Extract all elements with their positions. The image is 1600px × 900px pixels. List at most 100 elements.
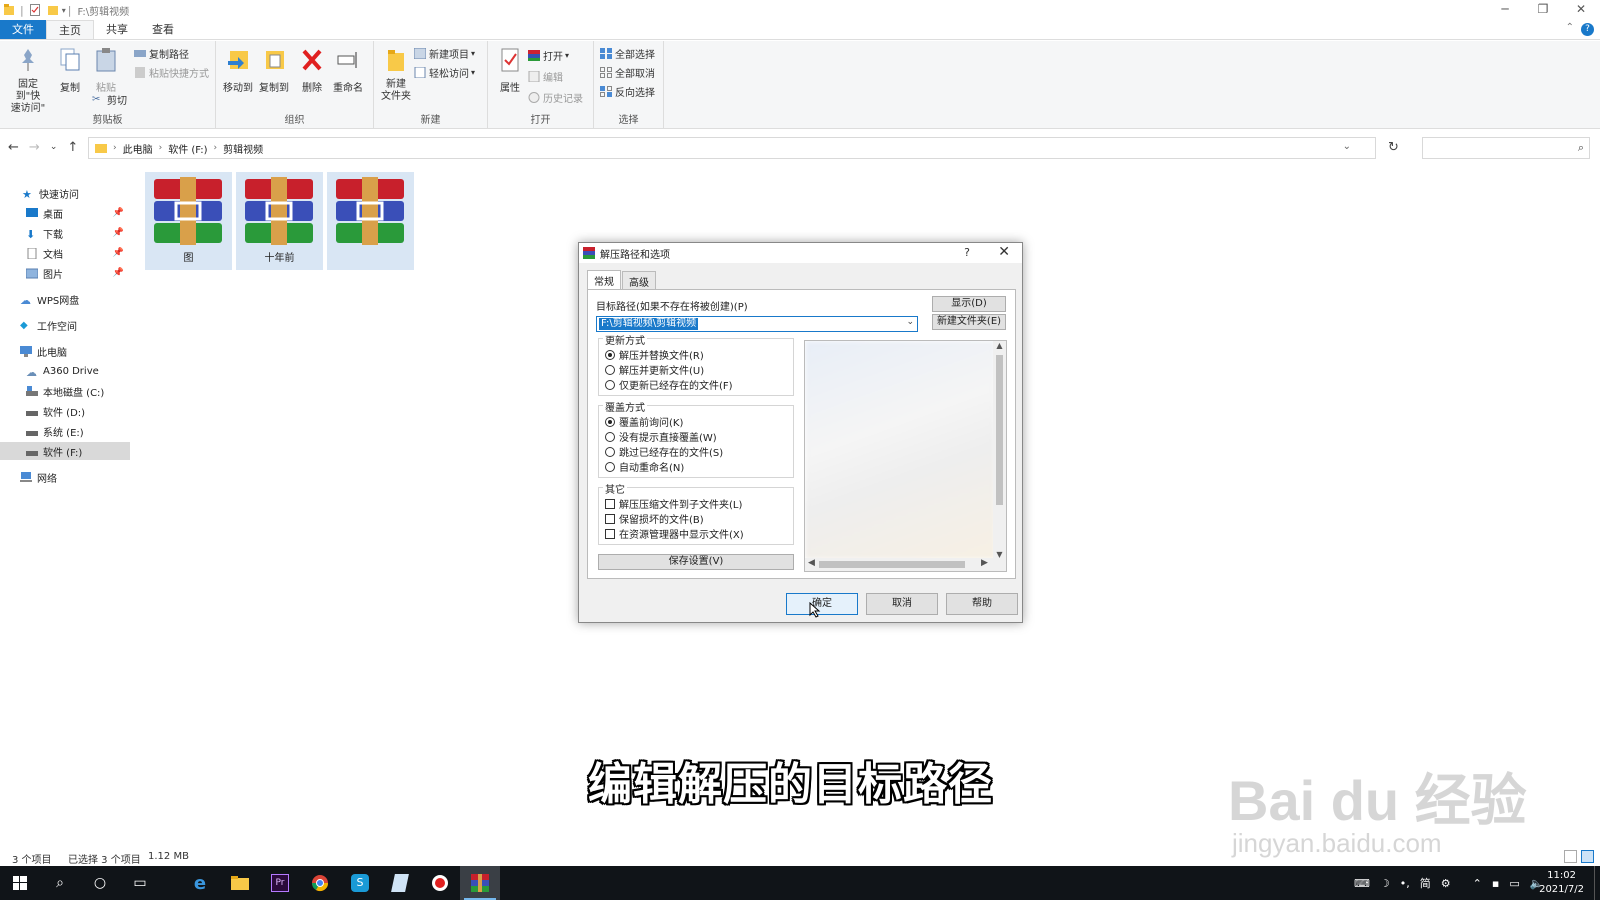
- dialog-help-button[interactable]: ?: [964, 246, 970, 259]
- nav-drive-d[interactable]: 软件 (D:): [0, 402, 130, 420]
- paste-button[interactable]: 粘贴: [88, 47, 124, 94]
- notepad-app-icon[interactable]: [380, 866, 420, 900]
- scroll-left-icon[interactable]: ◀: [808, 558, 815, 568]
- network-tray-icon[interactable]: ▭: [1509, 877, 1519, 890]
- delete-button[interactable]: 删除: [294, 47, 330, 94]
- minimize-button[interactable]: ─: [1486, 0, 1524, 18]
- radio-auto-rename[interactable]: 自动重命名(N): [605, 459, 684, 474]
- radio-overwrite-without-prompt[interactable]: 没有提示直接覆盖(W): [605, 429, 717, 444]
- easy-access-button[interactable]: 轻松访问 ▾: [414, 65, 475, 80]
- nav-this-pc[interactable]: 此电脑: [0, 342, 130, 360]
- tab-general[interactable]: 常规: [587, 270, 621, 291]
- paste-shortcut-button[interactable]: 粘贴快捷方式: [134, 65, 209, 80]
- ok-button[interactable]: 确定: [786, 593, 858, 615]
- settings-gear-icon[interactable]: ⚙: [1441, 877, 1451, 890]
- open-button[interactable]: 打开 ▾: [528, 48, 569, 63]
- cancel-button[interactable]: 取消: [866, 593, 938, 615]
- nav-desktop[interactable]: 桌面 📌: [0, 204, 130, 222]
- punctuation-icon[interactable]: •,: [1400, 877, 1410, 890]
- premiere-pro-icon[interactable]: Pr: [260, 866, 300, 900]
- file-tile[interactable]: 图: [145, 172, 232, 270]
- radio-extract-update[interactable]: 解压并更新文件(U): [605, 362, 704, 377]
- nav-drive-c[interactable]: 本地磁盘 (C:): [0, 382, 130, 400]
- pin-icon[interactable]: 📌: [113, 248, 124, 258]
- properties-check-icon[interactable]: [29, 4, 40, 16]
- nav-workspace[interactable]: ◆ 工作空间: [0, 316, 130, 334]
- search-input[interactable]: ⌕: [1422, 137, 1590, 159]
- nav-downloads[interactable]: ⬇ 下载 📌: [0, 224, 130, 242]
- invert-selection-button[interactable]: 反向选择: [600, 84, 655, 99]
- radio-skip-existing[interactable]: 跳过已经存在的文件(S): [605, 444, 723, 459]
- tab-file[interactable]: 文件: [0, 20, 46, 39]
- rename-button[interactable]: 重命名: [330, 47, 366, 94]
- cut-button[interactable]: ✂ 剪切: [92, 92, 127, 107]
- cortana-icon[interactable]: ○: [80, 866, 120, 900]
- select-all-button[interactable]: 全部选择: [600, 46, 655, 61]
- nav-documents[interactable]: 文档 📌: [0, 244, 130, 262]
- pin-quick-access-button[interactable]: 固定到"快 速访问": [6, 47, 50, 115]
- moon-icon[interactable]: ☽: [1380, 877, 1390, 890]
- tab-share[interactable]: 共享: [94, 20, 140, 39]
- new-folder-button[interactable]: 新建 文件夹: [378, 47, 414, 103]
- nav-pictures[interactable]: 图片 📌: [0, 264, 130, 282]
- up-arrow-icon[interactable]: ↑: [67, 140, 78, 155]
- ime-mode-indicator[interactable]: 简: [1420, 875, 1431, 891]
- chevron-down-icon[interactable]: ⌄: [906, 317, 914, 327]
- properties-button[interactable]: 属性: [492, 47, 528, 94]
- restore-button[interactable]: ❐: [1524, 0, 1562, 18]
- checkbox-extract-subfolders[interactable]: 解压压缩文件到子文件夹(L): [605, 496, 742, 511]
- close-button[interactable]: ✕: [1562, 0, 1600, 18]
- folder-tree[interactable]: ▲ ▼ ◀ ▶: [804, 340, 1007, 572]
- tray-app-icon[interactable]: ▪: [1492, 877, 1499, 890]
- file-explorer-icon[interactable]: [220, 866, 260, 900]
- file-tile[interactable]: [327, 172, 414, 270]
- show-button[interactable]: 显示(D): [932, 296, 1006, 312]
- target-path-value[interactable]: F:\剪辑视频\剪辑视频: [599, 318, 699, 330]
- file-tile[interactable]: 十年前: [236, 172, 323, 270]
- nav-drive-f[interactable]: 软件 (F:): [0, 442, 130, 460]
- target-path-combo[interactable]: F:\剪辑视频\剪辑视频 ⌄: [596, 316, 918, 332]
- chrome-browser-icon[interactable]: [300, 866, 340, 900]
- large-icons-view-icon[interactable]: [1581, 850, 1594, 863]
- nav-network[interactable]: 网络: [0, 468, 130, 486]
- recent-locations-icon[interactable]: ⌄: [50, 142, 58, 155]
- dialog-close-button[interactable]: ✕: [998, 244, 1010, 260]
- refresh-icon[interactable]: ↻: [1388, 140, 1399, 155]
- show-desktop-button[interactable]: [1594, 866, 1598, 900]
- tab-view[interactable]: 查看: [140, 20, 186, 39]
- edge-browser-icon[interactable]: e: [180, 866, 220, 900]
- copy-path-button[interactable]: 复制路径: [134, 46, 189, 61]
- keyboard-icon[interactable]: ⌨: [1354, 877, 1370, 890]
- forward-arrow-icon[interactable]: →: [29, 140, 40, 155]
- radio-extract-replace[interactable]: 解压并替换文件(R): [605, 347, 704, 362]
- vertical-scrollbar[interactable]: ▲ ▼: [993, 341, 1006, 559]
- radio-ask-before-overwrite[interactable]: 覆盖前询问(K): [605, 414, 683, 429]
- new-folder-quick-icon[interactable]: [47, 4, 58, 16]
- new-item-button[interactable]: 新建项目 ▾: [414, 46, 475, 61]
- tab-home[interactable]: 主页: [46, 20, 94, 39]
- checkbox-keep-broken[interactable]: 保留损坏的文件(B): [605, 511, 704, 526]
- history-button[interactable]: 历史记录: [528, 90, 583, 105]
- details-view-icon[interactable]: [1564, 850, 1577, 863]
- help-button[interactable]: 帮助: [946, 593, 1018, 615]
- screen-recorder-icon[interactable]: [420, 866, 460, 900]
- nav-wps-drive[interactable]: ☁ WPS网盘: [0, 290, 130, 308]
- search-icon[interactable]: ⌕: [40, 866, 80, 900]
- address-dropdown-icon[interactable]: ⌄: [1343, 141, 1351, 152]
- app-s-icon[interactable]: S: [340, 866, 380, 900]
- new-folder-dialog-button[interactable]: 新建文件夹(E): [932, 314, 1006, 330]
- breadcrumb-folder[interactable]: 剪辑视频: [223, 141, 263, 156]
- scroll-right-icon[interactable]: ▶: [981, 558, 988, 568]
- task-view-icon[interactable]: ▭: [120, 866, 160, 900]
- radio-update-existing[interactable]: 仅更新已经存在的文件(F): [605, 377, 733, 392]
- breadcrumb-this-pc[interactable]: 此电脑: [123, 141, 153, 156]
- horizontal-scrollbar[interactable]: ◀ ▶: [805, 558, 1006, 571]
- chevron-up-icon[interactable]: ⌃: [1473, 877, 1482, 890]
- pin-icon[interactable]: 📌: [113, 268, 124, 278]
- quick-toolbar-dropdown-icon[interactable]: ▾: [62, 6, 66, 15]
- select-none-button[interactable]: 全部取消: [600, 65, 655, 80]
- save-settings-button[interactable]: 保存设置(V): [598, 554, 794, 570]
- scroll-up-icon[interactable]: ▲: [993, 341, 1006, 350]
- copy-button[interactable]: 复制: [52, 47, 88, 94]
- nav-a360-drive[interactable]: ☁ A360 Drive: [0, 362, 130, 380]
